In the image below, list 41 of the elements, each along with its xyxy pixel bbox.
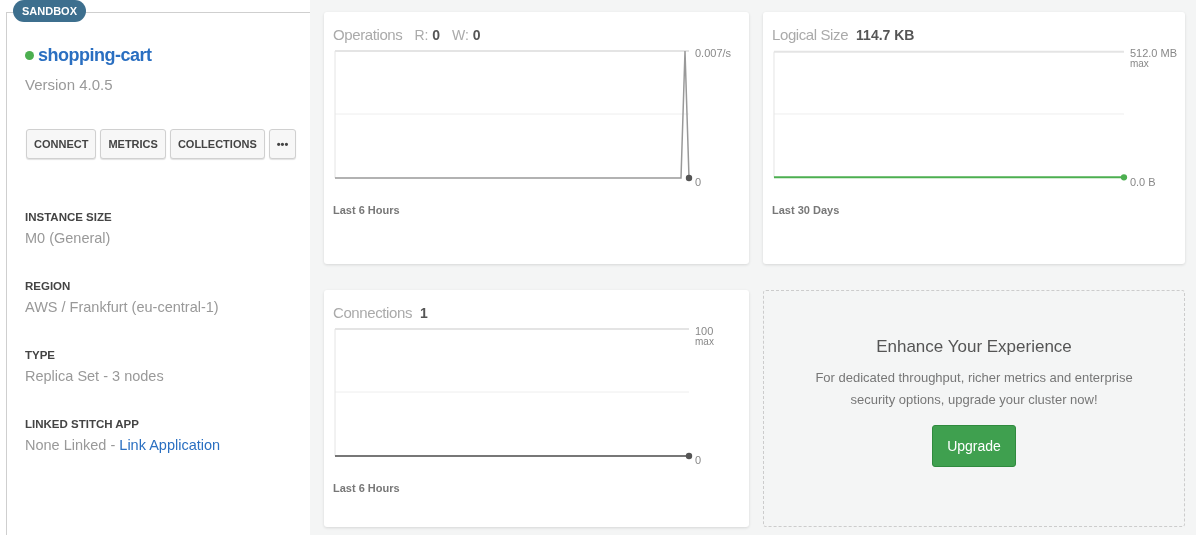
cluster-name-link[interactable]: shopping-cart <box>38 45 152 66</box>
axis-min-label: 0 <box>695 455 703 466</box>
endpoint-marker <box>685 174 693 182</box>
reading-label: W: <box>452 27 470 43</box>
reading-value: 1 <box>420 305 428 321</box>
detail-label: LINKED STITCH APP <box>25 418 140 430</box>
action-button[interactable]: METRICS <box>100 129 166 159</box>
reading-value: 0 <box>472 27 481 43</box>
version-text: Version 4.0.5 <box>25 76 114 93</box>
action-button[interactable]: CONNECT <box>26 129 97 159</box>
detail-value: None Linked - <box>25 437 117 453</box>
detail-label: INSTANCE SIZE <box>25 211 113 223</box>
time-range-label: Last 30 Days <box>772 204 841 216</box>
axis-max-caption: max <box>1129 59 1150 69</box>
axis-min-label: 0.0 B <box>1129 177 1157 188</box>
link-application-link[interactable]: Link Application <box>119 437 221 453</box>
axis-max-label: 0.007/s <box>695 48 732 59</box>
upsell-title: Enhance Your Experience <box>876 337 1072 357</box>
reading-value: 114.7 KB <box>856 27 915 43</box>
sandbox-badge: SANDBOX <box>13 0 86 22</box>
metric-title: Connections <box>333 304 412 321</box>
more-button[interactable]: ••• <box>268 129 297 159</box>
axis-max-caption: max <box>695 337 714 347</box>
detail-value: AWS / Frankfurt (eu-central-1) <box>25 299 219 315</box>
detail-value: Replica Set - 3 nodes <box>25 368 164 384</box>
detail-label: REGION <box>25 280 72 292</box>
axis-min-label: 0 <box>695 177 703 188</box>
detail-value: M0 (General) <box>25 230 111 246</box>
time-range-label: Last 6 Hours <box>333 482 401 494</box>
time-range-label: Last 6 Hours <box>333 204 401 216</box>
action-button[interactable]: COLLECTIONS <box>169 129 265 159</box>
upsell-text: For dedicated throughput, richer metrics and enterprise security options, upgrade your cluster now! <box>814 369 1134 409</box>
reading-label: R: <box>414 27 430 43</box>
endpoint-marker <box>1120 174 1128 181</box>
detail-label: TYPE <box>25 349 57 361</box>
metric-title: Logical Size <box>772 26 849 43</box>
endpoint-marker <box>685 452 693 460</box>
metric-title: Operations <box>333 26 403 43</box>
reading-value: 0 <box>432 27 441 43</box>
axis-max-label: 100 <box>695 326 714 337</box>
axis-max-label: 512.0 MB <box>1129 48 1177 59</box>
